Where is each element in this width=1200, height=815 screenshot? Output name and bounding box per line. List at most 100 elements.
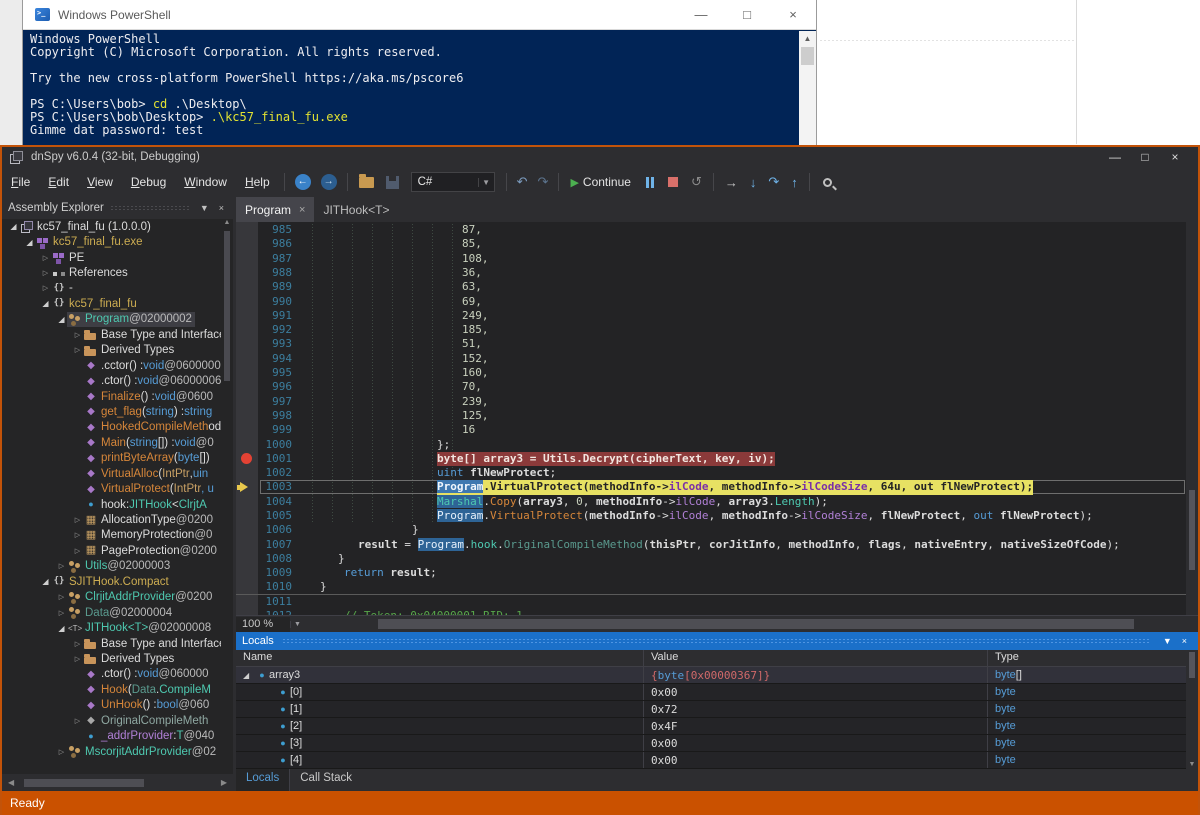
code-line[interactable]: 1009return result;: [236, 566, 1186, 580]
tree-item[interactable]: ◆Main(string[]) : void @0: [2, 435, 221, 450]
tree-expander-icon[interactable]: ◢: [40, 577, 51, 586]
scroll-left-icon[interactable]: ◀: [2, 778, 20, 787]
tree-item[interactable]: ◢{}kc57_final_fu: [2, 296, 221, 311]
menu-debug[interactable]: Debug: [122, 175, 175, 189]
tree-expander-icon[interactable]: ▷: [56, 748, 67, 756]
powershell-maximize-button[interactable]: □: [724, 0, 770, 30]
tree-expander-icon[interactable]: ▷: [56, 609, 67, 617]
step-out-button[interactable]: ↑: [791, 175, 798, 190]
scrollbar-track[interactable]: [20, 779, 215, 787]
save-all-button[interactable]: [386, 176, 399, 189]
locals-row[interactable]: ◢●array3{byte[0x00000367]}byte[]: [236, 667, 1186, 684]
powershell-output[interactable]: Windows PowerShellCopyright (C) Microsof…: [23, 31, 799, 146]
variable-value[interactable]: 0x00: [644, 735, 988, 751]
tool-tab-call-stack[interactable]: Call Stack: [290, 769, 362, 791]
tree-expander-icon[interactable]: ◢: [8, 222, 19, 231]
tree-expander-icon[interactable]: ▷: [72, 717, 83, 725]
code-line[interactable]: 992185,: [236, 323, 1186, 337]
tree-item[interactable]: ◆.cctor() : void @06000005: [2, 358, 221, 373]
variable-value[interactable]: 0x00: [644, 752, 988, 768]
tree-item[interactable]: ▷Base Type and Interfaces: [2, 327, 221, 342]
powershell-close-button[interactable]: ×: [770, 0, 816, 30]
menu-view[interactable]: View: [78, 175, 122, 189]
column-header-name[interactable]: Name: [236, 650, 644, 666]
menu-help[interactable]: Help: [236, 175, 279, 189]
tree-item[interactable]: ▷◆OriginalCompileMeth: [2, 713, 221, 728]
scrollbar-thumb[interactable]: [224, 231, 230, 381]
search-icon[interactable]: [823, 178, 832, 187]
dnspy-titlebar[interactable]: dnSpy v6.0.4 (32-bit, Debugging) —□×: [2, 147, 1198, 167]
tree-expander-icon[interactable]: ▷: [40, 284, 51, 292]
window-minimize-button[interactable]: —: [1100, 150, 1130, 164]
tree-expander-icon[interactable]: ◢: [243, 671, 255, 680]
code-line[interactable]: 1002uint flNewProtect;: [236, 466, 1186, 480]
tree-item[interactable]: ◆VirtualProtect(IntPtr, u: [2, 481, 221, 496]
code-line[interactable]: 994152,: [236, 352, 1186, 366]
show-next-statement-button[interactable]: →: [725, 175, 738, 190]
variable-value[interactable]: 0x72: [644, 701, 988, 717]
code-line[interactable]: 98963,: [236, 280, 1186, 294]
tree-horizontal-scrollbar[interactable]: ◀ ▶: [2, 774, 233, 791]
code-line[interactable]: 1001byte[] array3 = Utils.Decrypt(cipher…: [236, 452, 1186, 466]
tree-expander-icon[interactable]: ▷: [56, 562, 67, 570]
code-line[interactable]: 995160,: [236, 366, 1186, 380]
tree-item[interactable]: ◆Hook(Data.CompileM: [2, 682, 221, 697]
locals-row[interactable]: ●[0]0x00byte: [236, 684, 1186, 701]
scrollbar-thumb[interactable]: [1189, 652, 1195, 678]
scroll-up-icon[interactable]: ▲: [221, 219, 233, 226]
tree-item[interactable]: ▷Data @02000004: [2, 605, 221, 620]
panel-close-icon[interactable]: ×: [1177, 636, 1192, 646]
code-horizontal-scrollbar[interactable]: [308, 619, 1194, 629]
locals-row[interactable]: ●[4]0x00byte: [236, 752, 1186, 769]
locals-vertical-scrollbar[interactable]: ▼: [1186, 650, 1198, 769]
tool-tab-locals[interactable]: Locals: [236, 769, 290, 791]
tree-item[interactable]: ▷Derived Types: [2, 651, 221, 666]
code-line[interactable]: 1006}: [236, 523, 1186, 537]
tree-item[interactable]: ▷{}-: [2, 281, 221, 296]
tree-item[interactable]: ▷PE: [2, 250, 221, 265]
column-header-value[interactable]: Value: [644, 650, 988, 666]
step-over-button[interactable]: ↷: [768, 174, 779, 190]
continue-button[interactable]: ▶: [570, 176, 578, 189]
tab-close-icon[interactable]: ×: [299, 204, 305, 216]
tree-item[interactable]: ◆HookedCompileMethod(IntPtr: [2, 420, 221, 435]
locals-panel-header[interactable]: Locals ▼ ×: [236, 632, 1198, 650]
locals-row[interactable]: ●[3]0x00byte: [236, 735, 1186, 752]
code-line[interactable]: 98685,: [236, 237, 1186, 251]
scroll-up-icon[interactable]: ▲: [799, 31, 816, 43]
open-file-button[interactable]: [359, 177, 374, 188]
code-line[interactable]: 1008}: [236, 552, 1186, 566]
tree-expander-icon[interactable]: ▷: [72, 516, 83, 524]
tree-expander-icon[interactable]: ◢: [40, 299, 51, 308]
tree-item[interactable]: ◆UnHook() : bool @060: [2, 698, 221, 713]
scrollbar-thumb[interactable]: [801, 47, 814, 65]
code-line[interactable]: 987108,: [236, 252, 1186, 266]
code-line[interactable]: 1007result = Program.hook.OriginalCompil…: [236, 538, 1186, 552]
tree-item[interactable]: ▷ClrjitAddrProvider @0200: [2, 590, 221, 605]
code-line[interactable]: 991249,: [236, 309, 1186, 323]
code-line[interactable]: 99670,: [236, 380, 1186, 394]
tree-expander-icon[interactable]: ◢: [56, 315, 67, 324]
restart-button[interactable]: ↺: [691, 174, 702, 190]
tree-vertical-scrollbar[interactable]: ▲: [221, 219, 233, 774]
tree-item[interactable]: ◆.ctor() : void @06000006: [2, 373, 221, 388]
code-line[interactable]: 98836,: [236, 266, 1186, 280]
variable-value[interactable]: {byte[0x00000367]}: [644, 667, 988, 683]
tree-item[interactable]: ▷Utils @02000003: [2, 559, 221, 574]
panel-close-icon[interactable]: ×: [214, 203, 229, 213]
code-line[interactable]: 997239,: [236, 395, 1186, 409]
panel-menu-icon[interactable]: ▼: [195, 203, 214, 213]
code-vertical-scrollbar[interactable]: [1186, 222, 1198, 615]
code-line[interactable]: 1011: [236, 595, 1186, 609]
menu-file[interactable]: File: [2, 175, 39, 189]
code-editor[interactable]: 98587,98685,987108,98836,98963,99069,991…: [236, 222, 1198, 615]
code-line[interactable]: 99069,: [236, 295, 1186, 309]
variable-value[interactable]: 0x4F: [644, 718, 988, 734]
tree-item[interactable]: ◢Program @02000002: [2, 312, 221, 327]
scrollbar-thumb[interactable]: [1189, 490, 1195, 570]
powershell-minimize-button[interactable]: —: [678, 0, 724, 30]
code-line[interactable]: 98587,: [236, 223, 1186, 237]
tree-item[interactable]: ◆printByteArray(byte[]): [2, 451, 221, 466]
scrollbar-thumb[interactable]: [24, 779, 144, 787]
column-header-type[interactable]: Type: [988, 650, 1186, 666]
